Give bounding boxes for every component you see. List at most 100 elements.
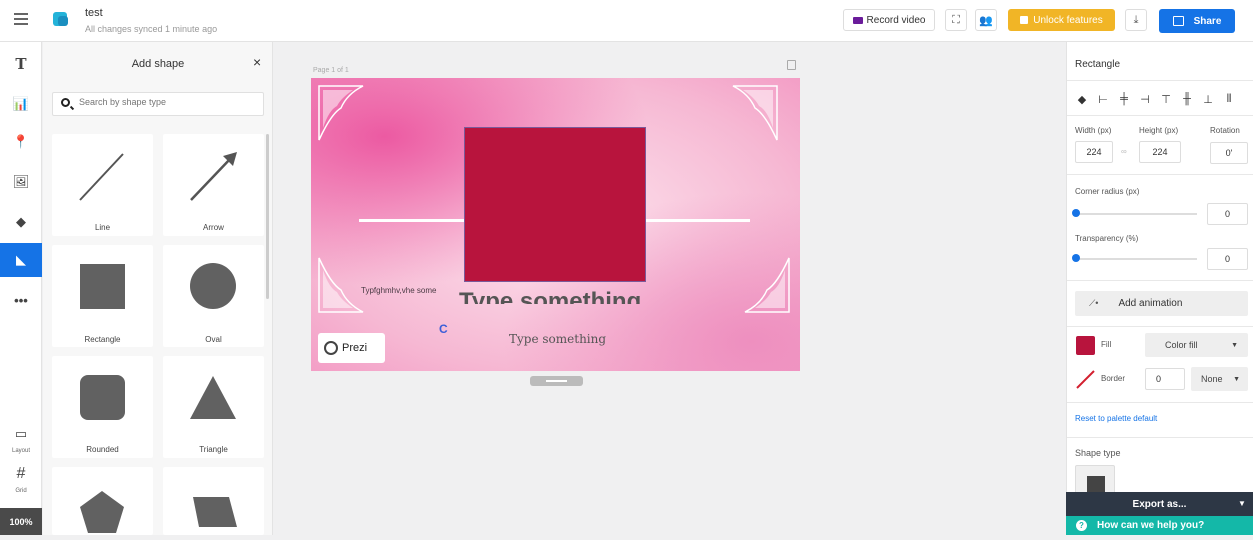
align-left-icon[interactable]: ⊢ xyxy=(1094,91,1112,107)
chevron-down-icon[interactable]: ▼ xyxy=(1238,499,1246,508)
divider xyxy=(1067,80,1253,81)
add-shape-panel: Add shape × Line Arrow Rectangle Oval Ro… xyxy=(43,42,273,535)
slide-subtitle-text[interactable]: Type something xyxy=(509,332,606,346)
transparency-label: Transparency (%) xyxy=(1075,234,1139,243)
arrow-shape-icon xyxy=(190,152,237,201)
triangle-shape-icon xyxy=(190,376,236,419)
align-center-icon[interactable]: ╪ xyxy=(1115,91,1133,107)
image-tool-icon[interactable]: 🖼 xyxy=(0,165,42,199)
shapes-tool-icon[interactable]: ◣ xyxy=(0,243,42,277)
left-toolbar: T 📊 📍 🖼 ◆ ◣ ••• ▭ Layout # Grid 100% xyxy=(0,42,42,535)
parallelogram-shape-icon xyxy=(193,497,237,527)
search-icon xyxy=(61,98,70,107)
align-bottom-icon[interactable]: ⊥ xyxy=(1199,91,1217,107)
border-style-dropdown[interactable]: None ▼ xyxy=(1191,367,1248,391)
panel-scrollbar[interactable] xyxy=(266,134,269,299)
layers-tool-icon[interactable]: ◆ xyxy=(0,205,42,239)
fullscreen-button[interactable]: ⛶ xyxy=(945,9,967,31)
align-middle-icon[interactable]: ╫ xyxy=(1178,91,1196,107)
rotation-input[interactable]: 0' xyxy=(1210,142,1248,164)
chart-tool-icon[interactable]: 📊 xyxy=(0,87,42,121)
layout-icon[interactable]: ▭ xyxy=(0,424,42,444)
export-button[interactable]: Export as... xyxy=(1066,492,1253,516)
shape-tile-triangle[interactable]: Triangle xyxy=(163,356,264,458)
help-button[interactable]: ? How can we help you? xyxy=(1066,516,1253,535)
record-video-button[interactable]: Record video xyxy=(843,9,935,31)
app-logo-icon xyxy=(53,12,68,26)
height-input[interactable]: 224 xyxy=(1139,141,1181,163)
loading-spinner-icon: C xyxy=(439,322,448,336)
fill-mode-dropdown[interactable]: Color fill ▼ xyxy=(1145,333,1248,357)
border-color-swatch[interactable] xyxy=(1076,370,1095,389)
border-width-input[interactable]: 0 xyxy=(1145,368,1185,390)
divider-line-left[interactable] xyxy=(359,219,465,222)
canvas-resize-handle[interactable] xyxy=(530,376,583,386)
shape-tile-parallelogram[interactable] xyxy=(163,467,264,535)
panel-title: Add shape xyxy=(131,58,185,70)
share-button[interactable]: Share xyxy=(1159,9,1235,33)
record-video-label: Record video xyxy=(866,14,926,26)
width-input[interactable]: 224 xyxy=(1075,141,1113,163)
divider xyxy=(1067,174,1253,175)
reset-palette-link[interactable]: Reset to palette default xyxy=(1075,414,1157,423)
link-dimensions-icon[interactable]: ∞ xyxy=(1121,147,1127,156)
fill-mode-value: Color fill xyxy=(1165,340,1198,350)
corner-radius-slider[interactable] xyxy=(1077,213,1197,215)
prezi-logo-icon xyxy=(324,341,338,355)
corner-radius-label: Corner radius (px) xyxy=(1075,187,1140,196)
transparency-slider[interactable] xyxy=(1077,258,1197,260)
divider-line-right[interactable] xyxy=(646,219,750,222)
fill-color-swatch[interactable] xyxy=(1076,336,1095,355)
menu-icon[interactable] xyxy=(14,13,28,25)
divider xyxy=(1067,326,1253,327)
document-title[interactable]: test xyxy=(85,7,103,19)
selected-rectangle[interactable] xyxy=(464,127,646,282)
shape-tile-oval[interactable]: Oval xyxy=(163,245,264,347)
transparency-knob[interactable] xyxy=(1072,254,1080,262)
download-button[interactable]: ⤓ xyxy=(1125,9,1147,31)
transparency-input[interactable]: 0 xyxy=(1207,248,1248,270)
unlock-features-label: Unlock features xyxy=(1033,14,1103,26)
page-label: Page 1 of 1 xyxy=(313,67,349,74)
shape-tile-arrow[interactable]: Arrow xyxy=(163,134,264,236)
line-shape-icon xyxy=(79,153,124,201)
unlock-features-button[interactable]: Unlock features xyxy=(1008,9,1115,31)
border-label: Border xyxy=(1101,374,1126,383)
zoom-level[interactable]: 100% xyxy=(0,508,42,535)
more-tools-icon[interactable]: ••• xyxy=(0,283,42,317)
grid-icon[interactable]: # xyxy=(0,464,42,484)
rounded-rectangle-shape-icon xyxy=(80,375,125,420)
prezi-badge[interactable]: Prezi xyxy=(318,333,385,363)
map-tool-icon[interactable]: 📍 xyxy=(0,125,42,159)
divider xyxy=(1067,115,1253,116)
close-icon[interactable]: × xyxy=(253,54,261,70)
search-input[interactable] xyxy=(79,97,249,107)
shape-tile-line[interactable]: Line xyxy=(52,134,153,236)
corner-radius-knob[interactable] xyxy=(1072,209,1080,217)
shape-tile-pentagon[interactable] xyxy=(52,467,153,535)
distribute-icon[interactable]: ⫴ xyxy=(1220,91,1238,107)
collaborators-button[interactable]: 👥 xyxy=(975,9,997,31)
height-label: Height (px) xyxy=(1139,126,1179,135)
layout-label: Layout xyxy=(11,448,30,454)
help-icon: ? xyxy=(1076,520,1087,531)
slide-heading-text[interactable]: Type something xyxy=(459,290,641,304)
corner-ornament-top-right xyxy=(732,85,778,141)
slide-canvas[interactable]: Type something Typfghmhv,vhe some C Type… xyxy=(311,78,800,371)
fill-label: Fill xyxy=(1101,340,1112,349)
animation-icon: ⟋• xyxy=(1089,298,1099,308)
align-top-icon[interactable]: ⊤ xyxy=(1157,91,1175,107)
layer-order-icon[interactable]: ◆ xyxy=(1073,91,1091,107)
add-animation-button[interactable]: ⟋• Add animation xyxy=(1075,291,1248,316)
chevron-down-icon: ▼ xyxy=(1233,375,1240,383)
shape-tile-rectangle[interactable]: Rectangle xyxy=(52,245,153,347)
shape-tile-rounded[interactable]: Rounded xyxy=(52,356,153,458)
text-tool-icon[interactable]: T xyxy=(0,47,42,81)
slide-small-text[interactable]: Typfghmhv,vhe some xyxy=(361,286,436,295)
duplicate-page-icon[interactable] xyxy=(787,60,796,70)
corner-radius-input[interactable]: 0 xyxy=(1207,203,1248,225)
properties-title: Rectangle xyxy=(1075,59,1121,70)
align-right-icon[interactable]: ⊣ xyxy=(1136,91,1154,107)
fullscreen-icon: ⛶ xyxy=(952,13,960,26)
shape-search[interactable] xyxy=(52,92,264,116)
